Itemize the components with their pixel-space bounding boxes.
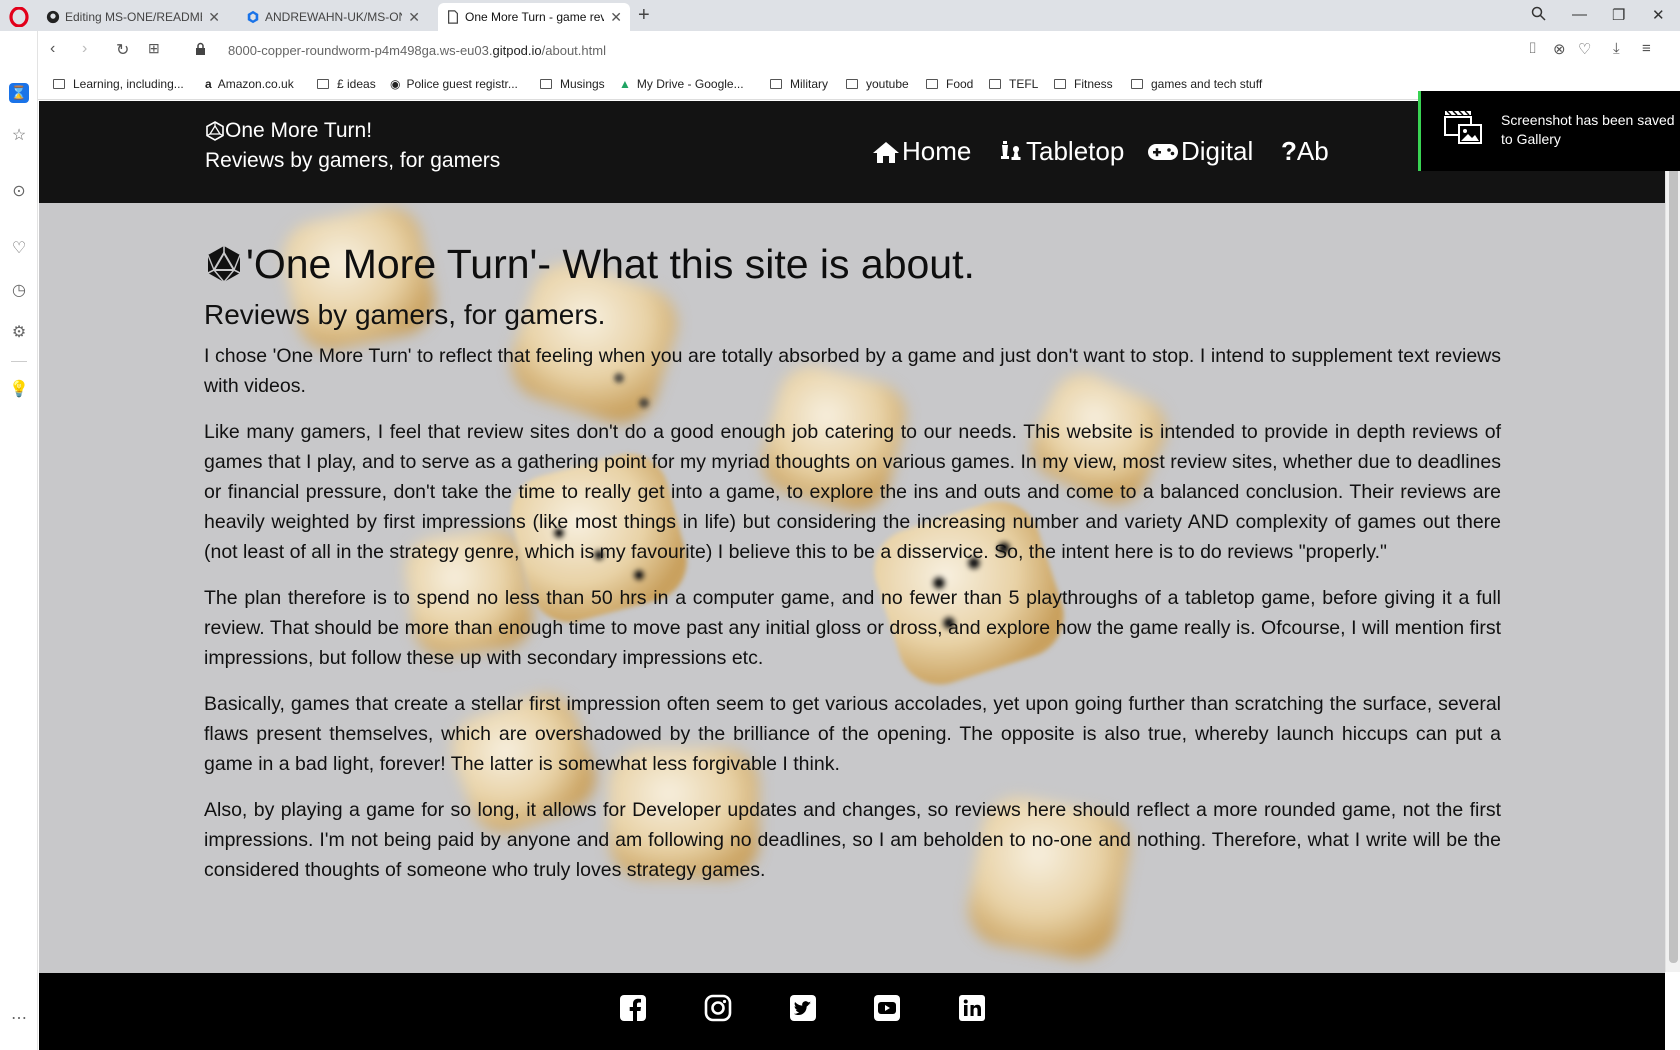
hourglass-icon[interactable]: ⌛ bbox=[9, 83, 29, 103]
search-icon[interactable] bbox=[1531, 6, 1546, 25]
d20-dice-icon bbox=[207, 246, 241, 283]
site-footer bbox=[39, 973, 1665, 1050]
gallery-icon bbox=[1444, 110, 1482, 144]
opera-logo-icon[interactable] bbox=[9, 7, 29, 27]
player-icon[interactable]: ⊙ bbox=[9, 181, 29, 201]
bookmark-military[interactable]: Military bbox=[770, 77, 828, 91]
amazon-icon: a bbox=[205, 77, 212, 91]
folder-icon bbox=[926, 79, 938, 89]
twitter-icon[interactable] bbox=[788, 993, 818, 1023]
scroll-thumb[interactable] bbox=[1669, 101, 1678, 963]
heart-icon[interactable]: ♡ bbox=[9, 238, 29, 258]
nav-tabletop[interactable]: Tabletop bbox=[998, 136, 1124, 167]
speed-dial-icon[interactable]: ⊞ bbox=[148, 40, 160, 57]
page-icon bbox=[448, 10, 458, 24]
sidebar-divider bbox=[11, 361, 27, 362]
home-icon bbox=[873, 141, 899, 163]
page-subtitle: Reviews by gamers, for gamers. bbox=[204, 299, 606, 330]
adblock-icon[interactable]: ⊗ bbox=[1553, 40, 1566, 58]
browser-sidebar: ⌛ ☆ ⊙ ♡ ◷ ⚙ 💡 ⋯ bbox=[0, 31, 38, 1050]
close-icon[interactable]: ✕ bbox=[208, 9, 220, 26]
tab-title: ANDREWAHN-UK/MS-ONE bbox=[265, 10, 403, 24]
bookmark-ideas[interactable]: £ ideas bbox=[317, 77, 376, 91]
brand-title: One More Turn! bbox=[225, 119, 373, 142]
about-paragraph: Like many gamers, I feel that review sit… bbox=[204, 421, 1501, 563]
bookmark-musings[interactable]: Musings bbox=[540, 77, 605, 91]
new-tab-icon[interactable]: + bbox=[638, 4, 650, 27]
folder-icon bbox=[1131, 79, 1143, 89]
restore-icon[interactable]: ❐ bbox=[1612, 6, 1625, 24]
brand-subtitle: Reviews by gamers, for gamers bbox=[205, 149, 501, 172]
bookmark-drive[interactable]: ▲ My Drive - Google... bbox=[619, 77, 744, 91]
folder-icon bbox=[770, 79, 782, 89]
history-icon[interactable]: ◷ bbox=[9, 280, 29, 300]
bookmark-youtube[interactable]: youtube bbox=[846, 77, 909, 91]
close-icon[interactable]: ✕ bbox=[408, 9, 420, 26]
folder-icon bbox=[317, 79, 329, 89]
folder-icon bbox=[1054, 79, 1066, 89]
about-paragraph: Basically, games that create a stellar f… bbox=[204, 693, 1501, 775]
bookmark-tefl[interactable]: TEFL bbox=[989, 77, 1038, 91]
nav-home[interactable]: Home bbox=[872, 136, 971, 167]
bookmark-fitness[interactable]: Fitness bbox=[1054, 77, 1113, 91]
youtube-icon[interactable] bbox=[872, 993, 902, 1023]
drive-icon: ▲ bbox=[619, 77, 631, 91]
tab-title: Editing MS-ONE/README.md bbox=[65, 10, 202, 24]
tab-one-more-turn[interactable]: One More Turn - game reviews ✕ bbox=[438, 3, 630, 31]
instagram-icon[interactable] bbox=[703, 993, 733, 1023]
address-bar: ‹ › ↻ ⊞ 8000-copper-roundworm-p4m498ga.w… bbox=[38, 31, 1680, 69]
folder-icon bbox=[53, 79, 65, 89]
page-viewport: One More Turn! Reviews by gamers, for ga… bbox=[39, 101, 1665, 1050]
about-content: 'One More Turn'- What this site is about… bbox=[204, 241, 1501, 901]
tab-gitpod[interactable]: ANDREWAHN-UK/MS-ONE ✕ bbox=[238, 3, 428, 31]
reload-icon[interactable]: ↻ bbox=[116, 40, 129, 60]
page-scrollbar[interactable] bbox=[1665, 101, 1680, 972]
tab-readme[interactable]: Editing MS-ONE/README.md ✕ bbox=[38, 3, 228, 31]
about-paragraph: I chose 'One More Turn' to reflect that … bbox=[204, 345, 1501, 397]
minimize-icon[interactable]: — bbox=[1572, 6, 1587, 23]
tab-title: One More Turn - game reviews bbox=[465, 10, 605, 24]
brand[interactable]: One More Turn! Reviews by gamers, for ga… bbox=[205, 116, 500, 176]
tab-bar: Editing MS-ONE/README.md ✕ ANDREWAHN-UK/… bbox=[0, 0, 1680, 31]
url-field[interactable]: 8000-copper-roundworm-p4m498ga.ws-eu03.g… bbox=[228, 43, 606, 58]
facebook-icon[interactable] bbox=[618, 993, 648, 1023]
folder-icon bbox=[989, 79, 1001, 89]
gamepad-icon bbox=[1148, 143, 1178, 160]
back-icon[interactable]: ‹ bbox=[50, 40, 55, 58]
menu-icon[interactable]: ≡ bbox=[1642, 40, 1651, 57]
about-paragraph: Also, by playing a game for so long, it … bbox=[204, 799, 1501, 881]
bookmark-amazon[interactable]: a Amazon.co.uk bbox=[205, 77, 294, 91]
site-icon: ◉ bbox=[390, 77, 401, 91]
question-icon: ? bbox=[1281, 136, 1297, 166]
about-section: 'One More Turn'- What this site is about… bbox=[39, 203, 1665, 973]
gitpod-icon bbox=[247, 10, 259, 24]
about-paragraph: The plan therefore is to spend no less t… bbox=[204, 587, 1501, 669]
d20-dice-icon bbox=[206, 121, 224, 141]
nav-digital[interactable]: Digital bbox=[1147, 136, 1253, 167]
download-icon[interactable]: ⤓ bbox=[1613, 40, 1620, 57]
close-icon[interactable]: ✕ bbox=[610, 9, 622, 26]
forward-icon[interactable]: › bbox=[82, 40, 87, 58]
camera-icon[interactable]: ⌷ bbox=[1528, 40, 1537, 57]
page-title: 'One More Turn'- What this site is about… bbox=[204, 241, 1501, 287]
github-icon bbox=[46, 10, 60, 24]
bookmark-learning[interactable]: Learning, including... bbox=[53, 77, 184, 91]
close-window-icon[interactable]: ✕ bbox=[1652, 6, 1665, 24]
linkedin-icon[interactable] bbox=[957, 993, 987, 1023]
lightbulb-icon[interactable]: 💡 bbox=[9, 379, 29, 399]
lock-icon[interactable] bbox=[195, 42, 206, 56]
bookmark-food[interactable]: Food bbox=[926, 77, 973, 91]
folder-icon bbox=[846, 79, 858, 89]
bookmark-games-tech[interactable]: games and tech stuff bbox=[1131, 77, 1262, 91]
heart-icon[interactable]: ♡ bbox=[1578, 40, 1591, 58]
bookmark-police[interactable]: ◉ Police guest registr... bbox=[390, 77, 518, 91]
nav-about[interactable]: ? Ab bbox=[1281, 136, 1329, 167]
more-icon[interactable]: ⋯ bbox=[9, 1008, 29, 1028]
toast-message: Screenshot has been saved to Gallery bbox=[1501, 112, 1675, 147]
screenshot-toast[interactable]: Screenshot has been saved to Gallery bbox=[1418, 91, 1680, 171]
settings-icon[interactable]: ⚙ bbox=[9, 322, 29, 342]
chess-icon bbox=[1001, 140, 1021, 160]
folder-icon bbox=[540, 79, 552, 89]
pinboard-icon[interactable]: ☆ bbox=[9, 125, 29, 145]
